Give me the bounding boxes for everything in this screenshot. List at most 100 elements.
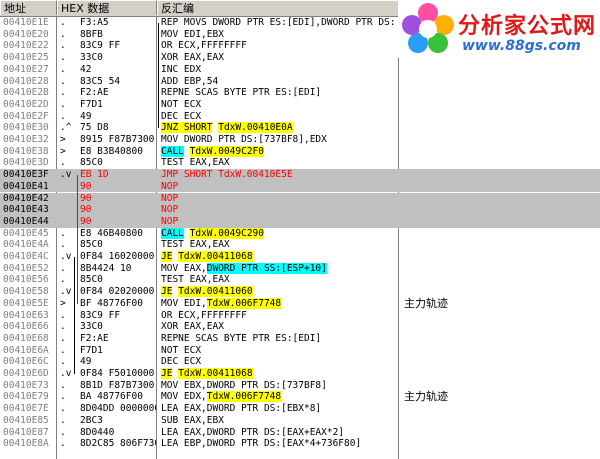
row-disasm: DEC ECX <box>161 356 202 368</box>
row-hex: F2:AE <box>80 332 109 344</box>
jump-marker: . <box>60 438 66 450</box>
jump-marker: .v <box>60 286 72 298</box>
row-hex: 2BC3 <box>80 414 103 426</box>
table-row[interactable]: 00410E66. 33C0 XOR EAX,EAX <box>0 321 600 333</box>
table-row[interactable]: 00410E41 90 NOP <box>0 180 600 193</box>
jump-marker: . <box>60 63 66 75</box>
jump-marker: . <box>60 332 66 344</box>
row-disasm: NOT ECX <box>161 98 202 110</box>
row-hex: 33C0 <box>80 321 103 333</box>
row-address: 00410E58 <box>3 286 49 298</box>
row-address: 00410E22 <box>3 40 49 52</box>
table-row[interactable]: 00410E68. F2:AE REPNE SCAS BYTE PTR ES:[ED… <box>0 333 600 345</box>
table-row[interactable]: 00410E2D. F7D1 NOT ECX <box>0 99 600 111</box>
row-address: 00410E30 <box>3 122 49 134</box>
table-row[interactable]: 00410E38 > E8 B3B40800 CALL TdxW.0049C2F0 <box>0 145 600 158</box>
table-row[interactable]: 00410E2B. F2:AE REPNE SCAS BYTE PTR ES:[ED… <box>0 87 600 99</box>
row-hex: 83C9 FF <box>80 309 121 321</box>
row-hex: BF 48776F00 <box>80 297 143 309</box>
table-row[interactable]: 00410E3F .v EB 1D JMP SHORT TdxW.00410E5E <box>0 169 600 181</box>
row-address: 00410E7E <box>3 403 49 415</box>
row-disasm: NOP <box>161 215 179 227</box>
jump-marker: . <box>60 391 66 403</box>
logo-url: www.88gs.com <box>462 38 581 54</box>
disasm-column-header[interactable]: 反汇编 <box>157 0 399 15</box>
row-address: 00410E8A <box>3 438 49 450</box>
jump-marker: . <box>60 426 66 438</box>
row-disasm: REPNE SCAS BYTE PTR ES:[EDI] <box>161 332 322 344</box>
row-address: 00410E4C <box>3 251 49 262</box>
flower-logo-icon <box>402 3 454 53</box>
jump-line <box>77 175 78 304</box>
row-hex: 8B1D F87B7300 <box>80 379 155 391</box>
table-row[interactable]: 00410E4A. 85C0 TEST EAX,EAX <box>0 239 600 251</box>
row-address: 00410E63 <box>3 309 49 321</box>
jump-marker: . <box>60 309 66 321</box>
jump-marker: . <box>60 28 66 40</box>
row-address: 00410E41 <box>3 180 49 192</box>
table-row[interactable]: 00410E4C .v 0F84 16020000 JE TdxW.00411068 <box>0 251 600 263</box>
row-disasm: MOV EDI,EBX <box>161 28 224 40</box>
table-row[interactable]: 00410E7E. 8D04DD 00000000 LEA EAX,DWORD PT… <box>0 403 600 415</box>
row-address: 00410E44 <box>3 215 49 227</box>
jump-marker: . <box>60 403 66 415</box>
row-address: 00410E32 <box>3 134 49 145</box>
row-hex: 0F84 02020000 <box>80 286 155 298</box>
table-row[interactable]: 00410E28. 83C5 54 ADD EBP,54 <box>0 76 600 88</box>
hex-column-header[interactable]: HEX 数据 <box>57 0 157 15</box>
table-row[interactable]: 00410E42 90 NOP <box>0 192 600 205</box>
jump-marker: . <box>60 98 66 110</box>
row-disasm: JE TdxW.00411068 <box>161 251 253 262</box>
table-row[interactable]: 00410E3D. 85C0 TEST EAX,EAX <box>0 157 600 169</box>
row-address: 00410E73 <box>3 379 49 391</box>
row-address: 00410E52 <box>3 262 49 274</box>
table-row[interactable]: 00410E6D .v 0F84 F5010000 JE TdxW.00411068 <box>0 368 600 380</box>
row-hex: F7D1 <box>80 344 103 356</box>
table-row[interactable]: 00410E2F. 49 DEC ECX <box>0 111 600 123</box>
table-row[interactable]: 00410E52. 8B4424 10 MOV EAX,DWORD PTR SS:[… <box>0 262 600 275</box>
row-address: 00410E4A <box>3 239 49 251</box>
row-address: 00410E28 <box>3 75 49 87</box>
table-row[interactable]: 00410E45. E8 46B40800 CALL TdxW.0049C290 <box>0 227 600 240</box>
row-disasm: CALL TdxW.0049C290 <box>161 227 264 239</box>
row-hex: 85C0 <box>80 157 103 169</box>
table-row[interactable]: 00410E8A. 8D2C85 806F7300 LEA EBP,DWORD PT… <box>0 438 600 450</box>
row-comment: 主力轨迹 <box>404 390 448 404</box>
table-row[interactable]: 00410E87. 8D0440 LEA EAX,DWORD PTR DS:[EAX… <box>0 427 600 439</box>
row-address: 00410E68 <box>3 332 49 344</box>
table-row[interactable]: 00410E43 90 NOP <box>0 204 600 216</box>
row-address: 00410E2D <box>3 98 49 110</box>
row-hex: 83C9 FF <box>80 40 121 52</box>
row-address: 00410E25 <box>3 52 49 64</box>
row-hex: 90 <box>80 215 92 227</box>
jump-marker: .v <box>60 368 72 379</box>
jump-marker: . <box>60 262 66 274</box>
row-disasm: NOT ECX <box>161 344 202 356</box>
table-row[interactable]: 00410E6A. F7D1 NOT ECX <box>0 345 600 357</box>
logo-title: 分析家公式网 <box>458 14 597 39</box>
table-row[interactable]: 00410E85. 2BC3 SUB EAX,EBX <box>0 415 600 427</box>
table-row[interactable]: 00410E73. 8B1D F87B7300 MOV EBX,DWORD PTR … <box>0 380 600 392</box>
table-row[interactable]: 00410E56. 85C0 TEST EAX,EAX <box>0 274 600 286</box>
table-row[interactable]: 00410E6C. 49 DEC ECX <box>0 356 600 368</box>
row-disasm: MOV EAX,DWORD PTR SS:[ESP+10] <box>161 262 327 274</box>
address-column-header[interactable]: 地址 <box>0 0 57 15</box>
row-disasm: MOV EBX,DWORD PTR DS:[737BF8] <box>161 379 327 391</box>
table-row[interactable]: 00410E32 >8915 F87B7300 MOV DWORD PTR DS:[… <box>0 134 600 146</box>
table-row[interactable]: 00410E44 90 NOP <box>0 215 600 228</box>
table-row[interactable]: 00410E79. BA 48776F00 MOV EDX,TdxW.006F774… <box>0 391 600 403</box>
row-disasm: LEA EAX,DWORD PTR DS:[EAX+EAX*2] <box>161 426 345 438</box>
disassembly-grid[interactable]: 00410E1E. F3:A5 REP MOVS DWORD PTR ES:[EDI… <box>0 17 600 459</box>
row-disasm: LEA EBP,DWORD PTR DS:[EAX*4+736F80] <box>161 438 362 450</box>
row-comment: 主力轨迹 <box>404 296 448 310</box>
table-row[interactable]: 00410E30 .^ 75 D8 JNZ SHORT TdxW.00410E0A <box>0 122 600 134</box>
row-address: 00410E38 <box>3 145 49 157</box>
row-hex: F2:AE <box>80 87 109 99</box>
table-row[interactable]: 00410E27. 42 INC EDX <box>0 64 600 76</box>
row-hex: EB 1D <box>80 169 109 181</box>
row-disasm: REP MOVS DWORD PTR ES:[EDI],DWORD PTR DS… <box>161 17 396 28</box>
row-address: 00410E66 <box>3 321 49 333</box>
table-row[interactable]: 00410E5E > BF 48776F00 MOV EDI,TdxW.006F774… <box>0 298 600 310</box>
table-row[interactable]: 00410E58 .v 0F84 02020000 JE TdxW.00411060 <box>0 286 600 298</box>
table-row[interactable]: 00410E63. 83C9 FF OR ECX,FFFFFFFF <box>0 310 600 322</box>
